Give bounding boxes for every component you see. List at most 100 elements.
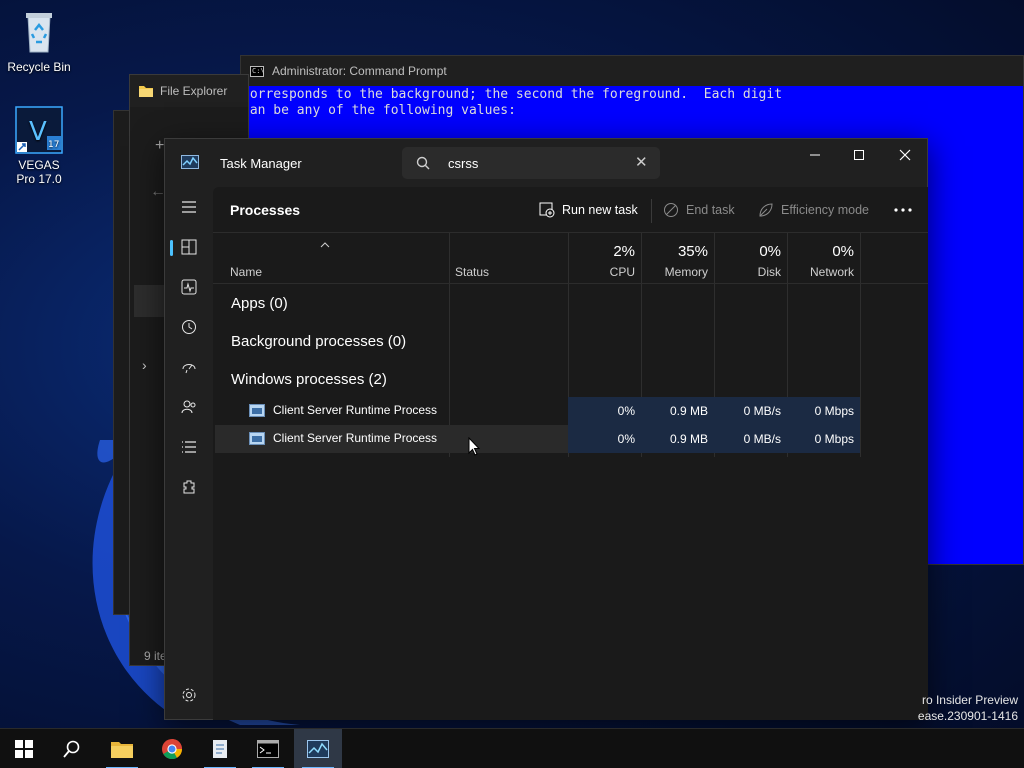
network-total: 0% (832, 243, 854, 260)
command-separator (651, 199, 652, 223)
navigation-rail (165, 187, 213, 720)
terminal-icon (257, 740, 279, 758)
run-task-icon (539, 202, 555, 218)
minimize-icon (810, 154, 820, 156)
network-label: Network (809, 265, 854, 279)
close-button[interactable] (882, 139, 928, 171)
header-divider (213, 283, 928, 284)
command-prompt-titlebar[interactable]: C:\ Administrator: Command Prompt (241, 56, 1023, 86)
process-icon (249, 432, 265, 445)
process-memory: 0.9 MB (641, 425, 714, 453)
recycle-bin-shortcut[interactable]: Recycle Bin (1, 8, 77, 74)
process-network: 0 Mbps (787, 397, 860, 425)
search-icon (416, 156, 430, 170)
cmd-line: corresponds to the background; the secon… (242, 87, 783, 102)
group-windows-processes[interactable]: Windows processes (2) (231, 371, 387, 388)
svg-text:V: V (29, 117, 47, 147)
taskbar-chrome[interactable] (148, 729, 196, 768)
svg-text:17: 17 (48, 140, 59, 150)
process-disk: 0 MB/s (714, 425, 787, 453)
gear-icon (182, 688, 196, 702)
vegas-pro-shortcut[interactable]: V 17 VEGAS Pro 17.0 (1, 106, 77, 186)
vegas-pro-label: VEGAS Pro 17.0 (16, 158, 62, 186)
nav-startup-apps[interactable] (173, 351, 205, 383)
nav-settings[interactable] (173, 679, 205, 711)
search-input[interactable] (448, 153, 628, 173)
process-network: 0 Mbps (787, 425, 860, 453)
search-button[interactable] (48, 729, 96, 768)
taskbar-command-prompt[interactable] (244, 729, 292, 768)
end-task-label: End task (686, 203, 735, 217)
column-header-disk[interactable]: 0% Disk (714, 233, 787, 283)
folder-icon (139, 86, 153, 97)
command-prompt-output: corresponds to the background; the secon… (241, 86, 1023, 120)
mouse-cursor-icon (468, 437, 480, 456)
run-new-task-label: Run new task (562, 203, 638, 217)
taskbar-task-manager[interactable] (294, 729, 342, 768)
vegas-pro-icon: V 17 (15, 106, 63, 154)
nav-app-history[interactable] (173, 311, 205, 343)
cmd-line: can be any of the following values: (242, 103, 516, 118)
chrome-icon (162, 739, 183, 760)
minimize-button[interactable] (792, 139, 838, 171)
services-icon (183, 480, 195, 494)
column-header-name[interactable]: Name (213, 233, 449, 283)
hamburger-menu-button[interactable] (173, 191, 205, 223)
processes-icon (181, 239, 197, 255)
page-title: Processes (230, 202, 301, 218)
process-name: Client Server Runtime Process (273, 403, 438, 417)
task-manager-window[interactable]: Task Manager ✕ (164, 138, 928, 720)
nav-processes[interactable] (173, 231, 205, 263)
page-header: Processes Run new task End task Efficien… (213, 187, 928, 233)
disk-label: Disk (757, 265, 781, 279)
close-icon (899, 149, 911, 161)
file-explorer-titlebar[interactable]: File Explorer (130, 75, 248, 107)
task-manager-titlebar[interactable]: Task Manager ✕ (165, 139, 929, 187)
nav-users[interactable] (173, 391, 205, 423)
details-icon (182, 441, 196, 453)
watermark-line-1: ro Insider Preview (921, 693, 1018, 707)
taskbar-file-explorer[interactable] (98, 729, 146, 768)
maximize-button[interactable] (836, 139, 882, 171)
watermark-line-2: ease.230901-1416 (917, 709, 1018, 723)
history-icon (182, 320, 196, 334)
task-manager-title: Task Manager (220, 156, 302, 171)
process-row[interactable]: Client Server Runtime Process 0% 0.9 MB … (215, 425, 860, 453)
leaf-icon (759, 203, 773, 217)
column-status-label: Status (455, 265, 490, 279)
process-cpu: 0% (568, 425, 641, 453)
file-explorer-title: File Explorer (160, 84, 228, 98)
process-icon (249, 404, 265, 417)
nav-services[interactable] (173, 471, 205, 503)
end-task-button[interactable]: End task (663, 196, 735, 224)
column-header-cpu[interactable]: 2% CPU (568, 233, 641, 283)
column-header-memory[interactable]: 35% Memory (641, 233, 714, 283)
chevron-right-icon[interactable]: › (142, 357, 147, 373)
windows-logo-icon (15, 740, 33, 758)
nav-details[interactable] (173, 431, 205, 463)
process-cpu: 0% (568, 397, 641, 425)
column-header-network[interactable]: 0% Network (787, 233, 860, 283)
efficiency-mode-label: Efficiency mode (781, 203, 870, 217)
efficiency-mode-button[interactable]: Efficiency mode (758, 196, 869, 224)
memory-total: 35% (677, 243, 708, 260)
start-button[interactable] (0, 729, 48, 768)
group-apps[interactable]: Apps (0) (231, 295, 288, 312)
taskbar-notepad[interactable] (196, 729, 244, 768)
nav-performance[interactable] (173, 271, 205, 303)
process-memory: 0.9 MB (641, 397, 714, 425)
more-options-button[interactable] (889, 197, 917, 223)
cpu-total: 2% (613, 243, 635, 260)
process-row[interactable]: Client Server Runtime Process 0% 0.9 MB … (215, 397, 860, 425)
notepad-icon (213, 740, 227, 758)
new-tab-icon[interactable]: + (155, 137, 164, 155)
task-manager-icon (307, 740, 329, 758)
search-box[interactable]: ✕ (402, 147, 660, 179)
column-divider (860, 233, 861, 457)
performance-icon (181, 279, 197, 295)
column-header-status[interactable]: Status (449, 233, 567, 283)
end-task-icon (664, 203, 678, 217)
close-icon[interactable]: ✕ (635, 155, 648, 170)
run-new-task-button[interactable]: Run new task (539, 196, 638, 224)
group-background-processes[interactable]: Background processes (0) (231, 333, 406, 350)
